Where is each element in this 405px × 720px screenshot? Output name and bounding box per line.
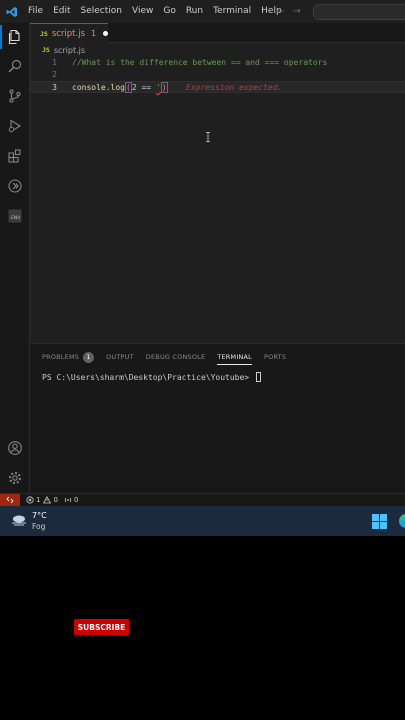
bracket-match-close: ): [160, 82, 168, 93]
command-center-search[interactable]: [313, 4, 405, 20]
menu-view[interactable]: View: [127, 0, 158, 23]
tab-problem-count: 1: [91, 29, 97, 38]
files-icon[interactable]: [5, 27, 25, 47]
tab-label: PROBLEMS: [42, 353, 80, 361]
tab-label: TERMINAL: [217, 352, 252, 361]
account-icon[interactable]: [5, 438, 25, 458]
code-line-current: 3 console.log(2 == ') Expression expecte…: [30, 81, 405, 93]
code-editor[interactable]: 1 //What is the difference between == an…: [30, 57, 405, 343]
code-operator: ==: [136, 83, 156, 92]
menu-go[interactable]: Go: [158, 0, 180, 23]
warning-count: 0: [53, 496, 58, 504]
navigation-arrows: ← →: [276, 0, 301, 23]
problems-count-badge: 1: [83, 351, 95, 363]
inline-error-message: Expression expected.: [186, 83, 283, 92]
menu-selection[interactable]: Selection: [76, 0, 127, 23]
search-icon[interactable]: [5, 56, 25, 76]
code-line: 2: [30, 69, 405, 81]
menu-file[interactable]: File: [23, 0, 48, 23]
remote-indicator-icon[interactable]: [0, 494, 20, 506]
weather-description[interactable]: Fog: [32, 522, 45, 531]
activity-bar: .ENV: [0, 23, 30, 493]
breadcrumb-filename[interactable]: script.js: [54, 46, 85, 55]
tab-label: PORTS: [263, 353, 287, 361]
code-identifier: console.log: [72, 83, 125, 92]
tab-terminal[interactable]: TERMINAL: [217, 349, 252, 365]
tab-output[interactable]: OUTPUT: [106, 349, 134, 365]
bottom-panel: PROBLEMS 1 OUTPUT DEBUG CONSOLE TERMINAL …: [30, 343, 405, 493]
run-debug-icon[interactable]: [5, 116, 25, 136]
line-number: 1: [52, 58, 57, 67]
error-icon: [26, 496, 34, 504]
source-control-icon[interactable]: [5, 86, 25, 106]
tab-debug-console[interactable]: DEBUG CONSOLE: [146, 349, 206, 365]
back-arrow-icon[interactable]: ←: [276, 6, 284, 17]
javascript-file-icon: JS: [40, 29, 48, 38]
warning-icon: [43, 496, 52, 504]
extensions-icon[interactable]: [5, 146, 25, 166]
vscode-logo-icon: [1, 0, 23, 23]
fog-weather-icon[interactable]: [10, 514, 28, 526]
antenna-icon: [64, 497, 72, 503]
ports-count: 0: [73, 496, 79, 504]
tab-label: DEBUG CONSOLE: [145, 353, 206, 361]
problems-status[interactable]: 1 0: [26, 496, 58, 504]
code-statement: console.log(2 == '): [72, 82, 168, 94]
line-number: 3: [52, 83, 57, 92]
windows-taskbar: 7°C Fog: [0, 506, 405, 536]
subscribe-button[interactable]: SUBSCRIBE: [74, 619, 129, 635]
tab-script-js[interactable]: JS script.js 1: [30, 23, 108, 43]
menu-edit[interactable]: Edit: [48, 0, 75, 23]
terminal-cursor: [255, 372, 261, 382]
browser-icon[interactable]: [399, 514, 405, 528]
ports-status[interactable]: 0: [64, 496, 78, 504]
editor-tab-bar: JS script.js 1: [30, 23, 405, 43]
tab-ports[interactable]: PORTS: [264, 349, 286, 365]
javascript-file-icon: JS: [42, 46, 50, 54]
unsaved-dot-icon[interactable]: [103, 31, 108, 36]
code-string-error: ': [155, 83, 161, 92]
tab-label: OUTPUT: [106, 353, 134, 361]
env-icon[interactable]: .ENV: [5, 206, 25, 226]
windows-start-icon[interactable]: [372, 514, 387, 529]
weather-temperature[interactable]: 7°C: [32, 511, 47, 520]
text-cursor-icon: [206, 132, 210, 142]
error-count: 1: [36, 496, 41, 504]
menu-run[interactable]: Run: [181, 0, 208, 23]
tab-problems[interactable]: PROBLEMS 1: [42, 349, 95, 365]
terminal-prompt: PS C:\Users\sharm\Desktop\Practice\Youtu…: [42, 372, 254, 382]
breadcrumb: JS script.js: [30, 43, 405, 57]
bracket-match-open: (: [124, 82, 132, 93]
status-bar: 1 0 0: [0, 493, 405, 506]
menu-bar: File Edit Selection View Go Run Terminal…: [0, 0, 405, 23]
remote-icon[interactable]: [5, 176, 25, 196]
code-line: 1 //What is the difference between == an…: [30, 57, 405, 69]
settings-gear-icon[interactable]: [5, 468, 25, 488]
menu-terminal[interactable]: Terminal: [208, 0, 256, 23]
env-label: .ENV: [10, 215, 22, 221]
line-number: 2: [52, 70, 57, 79]
code-comment: //What is the difference between == and …: [72, 58, 328, 67]
tab-filename: script.js: [51, 28, 86, 39]
forward-arrow-icon[interactable]: →: [292, 6, 300, 17]
panel-tabs: PROBLEMS 1 OUTPUT DEBUG CONSOLE TERMINAL …: [30, 349, 286, 365]
terminal-prompt-line[interactable]: PS C:\Users\sharm\Desktop\Practice\Youtu…: [42, 372, 261, 382]
active-view-indicator: [0, 25, 2, 49]
